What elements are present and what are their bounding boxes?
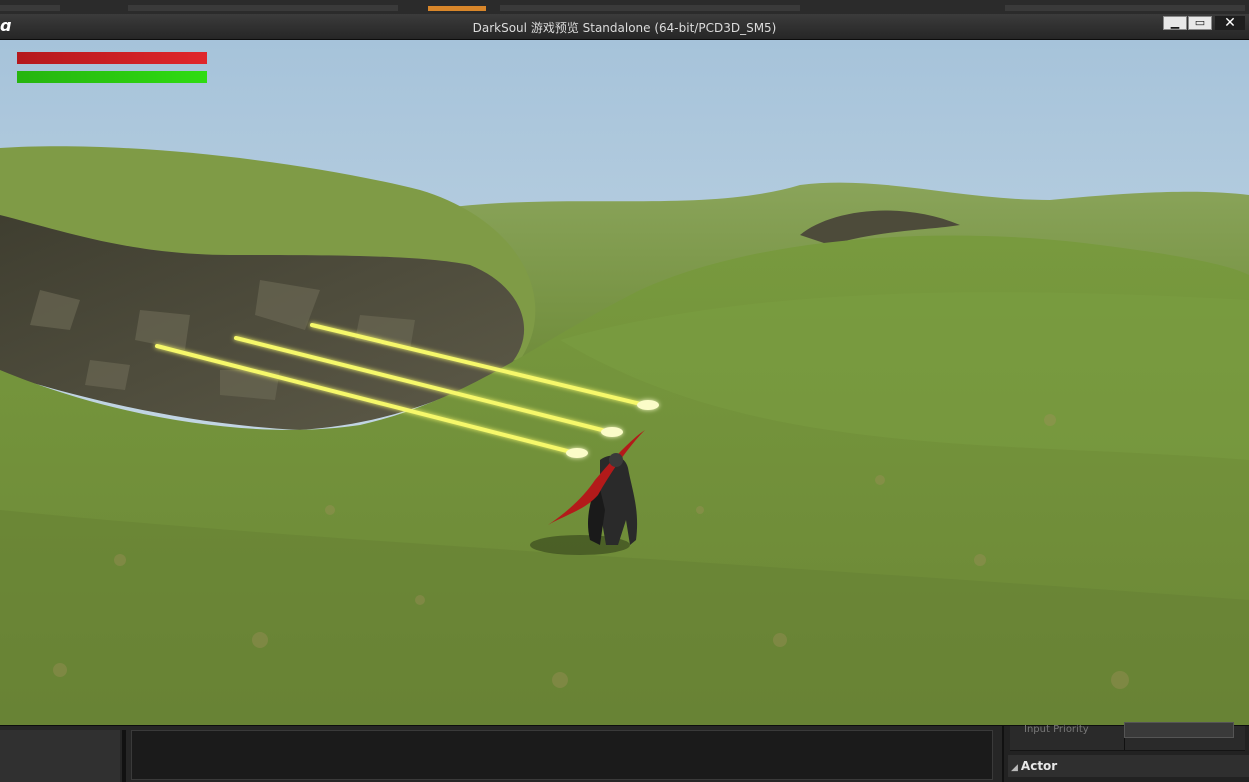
actor-section-title: Actor [1020,759,1058,773]
maximize-button[interactable]: ▭ [1188,16,1212,30]
collapse-arrow-icon: ◢ [1011,763,1018,773]
beam-3-head [566,448,588,458]
beam-2-head [601,427,623,437]
game-viewport[interactable] [0,40,1249,725]
stamina-bar [17,71,207,83]
game-scene [0,40,1249,725]
editor-active-tab-accent [428,6,486,11]
input-priority-field[interactable] [1124,722,1234,738]
character-head [609,453,623,467]
close-icon: ✕ [1224,15,1236,31]
editor-tab [0,5,60,11]
editor-bottom-panels: Input Priority ◢ Actor [0,722,1249,782]
actor-section-header[interactable]: ◢ Actor [1008,755,1249,777]
health-bar [17,52,207,64]
close-button[interactable]: ✕ [1215,16,1245,30]
maximize-icon: ▭ [1194,16,1206,29]
minimize-button[interactable]: ▁ [1163,16,1187,30]
minimize-icon: ▁ [1170,16,1180,29]
editor-top-strip [0,0,1249,15]
game-window-titlebar[interactable]: ɑ DarkSoul 游戏预览 Standalone (64-bit/PCD3D… [0,14,1249,40]
health-bar-fill [17,52,207,64]
input-priority-label: Input Priority [1024,724,1089,735]
details-row-input-priority: Input Priority [1010,722,1245,751]
panel-splitter[interactable] [122,730,126,782]
editor-details-strip [1005,5,1245,11]
editor-center-panel[interactable] [131,730,993,780]
window-title: DarkSoul 游戏预览 Standalone (64-bit/PCD3D_S… [472,21,777,35]
details-panel[interactable]: Input Priority ◢ Actor [1002,722,1249,782]
editor-toolbar-right [500,5,800,11]
editor-toolbar [128,5,398,11]
stamina-bar-fill [17,71,207,83]
beam-1-head [637,400,659,410]
editor-left-panel[interactable] [0,730,120,782]
